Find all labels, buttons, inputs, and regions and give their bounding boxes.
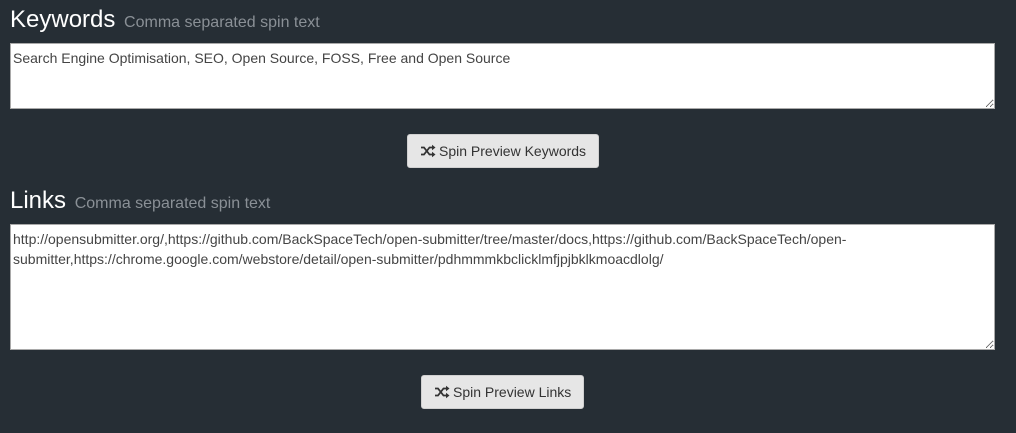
links-textarea[interactable]: http://opensubmitter.org/,https://github… [10,224,995,350]
spin-preview-links-button[interactable]: Spin Preview Links [421,375,584,409]
keywords-hint: Comma separated spin text [124,14,320,31]
keywords-heading: Keywords Comma separated spin text [10,6,320,34]
shuffle-icon [434,385,450,399]
spin-preview-keywords-label: Spin Preview Keywords [439,143,587,159]
links-title: Links [10,187,67,214]
shuffle-icon [420,144,436,158]
spin-preview-keywords-button[interactable]: Spin Preview Keywords [407,134,599,168]
keywords-textarea[interactable]: Search Engine Optimisation, SEO, Open So… [10,43,995,109]
links-hint: Comma separated spin text [74,195,271,212]
spin-preview-links-label: Spin Preview Links [453,384,572,400]
links-heading: Links Comma separated spin text [10,187,270,215]
keywords-title: Keywords [10,6,116,33]
